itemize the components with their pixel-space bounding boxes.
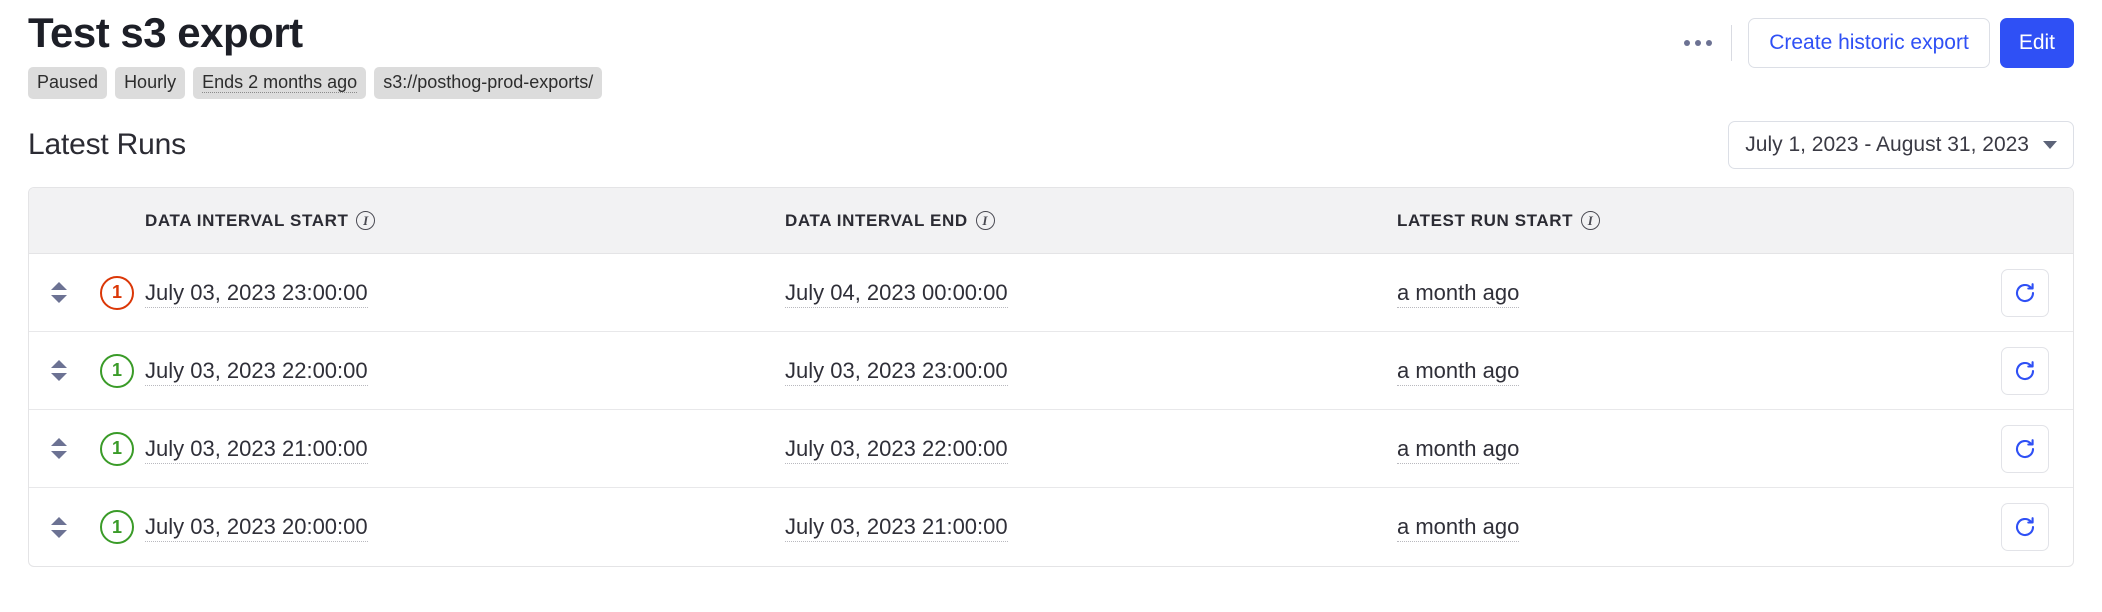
table-row: 1 July 03, 2023 21:00:00 July 03, 2023 22:… (29, 409, 2073, 488)
latest-run-start-cell: a month ago (1397, 332, 1957, 410)
table-body: 1 July 03, 2023 23:00:00 July 04, 2023 00:… (29, 253, 2073, 566)
expand-collapse-icon[interactable] (29, 438, 89, 460)
table-row: 1 July 03, 2023 20:00:00 July 03, 2023 21:… (29, 487, 2073, 566)
chevron-down-icon (2043, 140, 2057, 149)
status-cell: 1 (89, 410, 145, 488)
expand-collapse-icon[interactable] (29, 282, 89, 304)
edit-button[interactable]: Edit (1999, 18, 2074, 68)
title-block: Test s3 export Paused Hourly Ends 2 mont… (28, 9, 603, 99)
retry-run-button[interactable] (2001, 503, 2049, 552)
table-header-row: DATA INTERVAL START i DATA INTERVAL END … (29, 187, 2073, 254)
data-interval-start-cell: July 03, 2023 20:00:00 (145, 488, 785, 566)
date-range-value: July 1, 2023 - August 31, 2023 (1745, 132, 2029, 156)
run-status-badge[interactable]: 1 (100, 431, 134, 466)
export-detail-page: Test s3 export Paused Hourly Ends 2 mont… (0, 0, 2102, 612)
data-interval-end-value: July 03, 2023 23:00:00 (785, 357, 1008, 386)
run-status-badge[interactable]: 1 (100, 353, 134, 388)
status-cell: 1 (89, 488, 145, 566)
expand-collapse-icon[interactable] (29, 360, 89, 382)
data-interval-start-value: July 03, 2023 20:00:00 (145, 514, 368, 543)
row-action-cell (1957, 254, 2073, 332)
row-action-cell (1957, 410, 2073, 488)
expand-collapse-icon[interactable] (29, 516, 89, 538)
info-icon[interactable]: i (975, 211, 995, 231)
refresh-icon (2015, 439, 2035, 458)
page-header: Test s3 export Paused Hourly Ends 2 mont… (28, 0, 2074, 99)
row-action-cell (1957, 332, 2073, 410)
retry-run-button[interactable] (2001, 346, 2049, 395)
header-actions (1957, 188, 2073, 254)
data-interval-start-value: July 03, 2023 21:00:00 (145, 435, 368, 464)
data-interval-end-cell: July 03, 2023 22:00:00 (785, 410, 1397, 488)
more-options-button[interactable] (1675, 23, 1721, 63)
data-interval-end-cell: July 03, 2023 21:00:00 (785, 488, 1397, 566)
section-header: Latest Runs July 1, 2023 - August 31, 20… (28, 120, 2074, 169)
data-interval-end-cell: July 03, 2023 23:00:00 (785, 332, 1397, 410)
latest-run-start-cell: a month ago (1397, 254, 1957, 332)
table-row: 1 July 03, 2023 23:00:00 July 04, 2023 00:… (29, 253, 2073, 332)
run-status-badge[interactable]: 1 (100, 275, 134, 310)
latest-run-start-value: a month ago (1397, 279, 1520, 308)
destination-badge: s3://posthog-prod-exports/ (374, 67, 603, 99)
header-data-interval-end[interactable]: DATA INTERVAL END i (785, 188, 1397, 254)
expand-cell (29, 488, 89, 566)
ellipsis-horizontal-icon (1684, 40, 1713, 46)
data-interval-start-cell: July 03, 2023 21:00:00 (145, 410, 785, 488)
expand-cell (29, 410, 89, 488)
row-action-cell (1957, 488, 2073, 566)
create-historic-export-button[interactable]: Create historic export (1748, 18, 1990, 68)
latest-run-start-value: a month ago (1397, 435, 1520, 464)
data-interval-start-cell: July 03, 2023 22:00:00 (145, 332, 785, 410)
table-row: 1 July 03, 2023 22:00:00 July 03, 2023 23:… (29, 331, 2073, 410)
end-date-badge: Ends 2 months ago (193, 67, 367, 99)
status-badge: Paused (28, 67, 108, 99)
data-interval-end-value: July 04, 2023 00:00:00 (785, 279, 1008, 308)
header-data-interval-start[interactable]: DATA INTERVAL START i (145, 188, 785, 254)
latest-run-start-value: a month ago (1397, 357, 1520, 386)
page-title: Test s3 export (28, 9, 303, 56)
refresh-icon (2015, 361, 2035, 380)
header-status (89, 188, 145, 254)
info-icon[interactable]: i (356, 211, 376, 231)
data-interval-start-cell: July 03, 2023 23:00:00 (145, 254, 785, 332)
frequency-badge: Hourly (115, 67, 186, 99)
data-interval-start-value: July 03, 2023 23:00:00 (145, 279, 368, 308)
badge-row: Paused Hourly Ends 2 months ago s3://pos… (28, 67, 603, 99)
info-icon[interactable]: i (1581, 211, 1601, 231)
expand-cell (29, 254, 89, 332)
data-interval-end-cell: July 04, 2023 00:00:00 (785, 254, 1397, 332)
action-divider (1731, 25, 1733, 61)
latest-runs-title: Latest Runs (28, 127, 186, 161)
latest-run-start-cell: a month ago (1397, 410, 1957, 488)
data-interval-end-value: July 03, 2023 22:00:00 (785, 435, 1008, 464)
retry-run-button[interactable] (2001, 268, 2049, 317)
header-latest-run-start[interactable]: LATEST RUN START i (1397, 188, 1957, 254)
retry-run-button[interactable] (2001, 424, 2049, 473)
latest-run-start-cell: a month ago (1397, 488, 1957, 566)
runs-table: DATA INTERVAL START i DATA INTERVAL END … (28, 186, 2074, 567)
header-actions: Create historic export Edit (1675, 10, 2074, 68)
data-interval-end-value: July 03, 2023 21:00:00 (785, 514, 1008, 543)
date-range-picker[interactable]: July 1, 2023 - August 31, 2023 (1728, 120, 2074, 169)
refresh-icon (2015, 283, 2035, 302)
expand-cell (29, 332, 89, 410)
refresh-icon (2015, 517, 2035, 537)
header-expand (29, 188, 89, 254)
data-interval-start-value: July 03, 2023 22:00:00 (145, 357, 368, 386)
status-cell: 1 (89, 254, 145, 332)
run-status-badge[interactable]: 1 (100, 510, 134, 545)
status-cell: 1 (89, 332, 145, 410)
latest-run-start-value: a month ago (1397, 514, 1520, 543)
